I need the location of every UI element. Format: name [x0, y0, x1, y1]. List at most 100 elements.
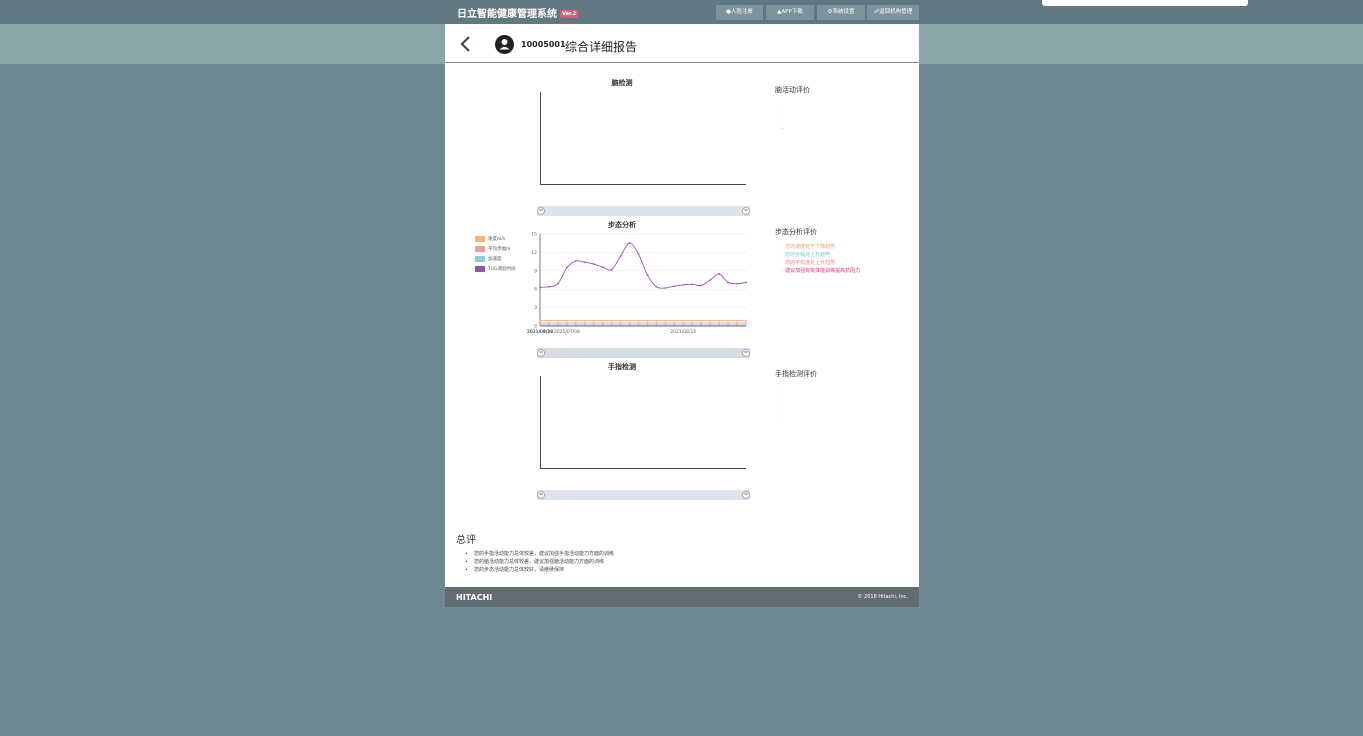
data-point [628, 322, 631, 324]
data-point [727, 322, 729, 324]
data-point [565, 266, 568, 269]
legend-item[interactable]: 速度m/s [475, 234, 516, 244]
data-point [655, 319, 658, 322]
data-point [664, 287, 667, 289]
data-point [646, 322, 649, 324]
data-point [610, 268, 613, 271]
data-point [700, 319, 703, 322]
data-point [601, 266, 604, 269]
legend-label: 加速度 [488, 257, 502, 262]
data-point [601, 323, 604, 326]
app-brand[interactable]: 日立智能健康管理系统 Ver.2 [457, 5, 579, 20]
gait-eval-item: · 建议加强有氧体能训练提高抗阻力 [782, 268, 861, 274]
data-point [664, 322, 667, 324]
brain-zoom-slider[interactable]: = = [537, 206, 750, 216]
summary-item: 您的脑活动能力总体较差，建议加强脑活动能力方面的训练 [465, 558, 614, 566]
summary-item: 您的步态活动能力总体较好，请继续保持 [465, 566, 614, 574]
brain-zoom-left-handle[interactable]: = [537, 207, 545, 215]
legend-item[interactable]: TUG测验时间 [475, 264, 516, 274]
data-point [539, 323, 541, 326]
data-point [557, 282, 559, 285]
data-point [610, 319, 613, 322]
y-tick-label: 3 [534, 305, 537, 311]
data-point [548, 323, 550, 326]
data-point [592, 319, 595, 322]
finger-eval-item: · [782, 394, 784, 400]
gait-zoom-right-handle[interactable]: = [742, 349, 750, 357]
data-point [610, 323, 613, 326]
summary-title: 总评 [456, 535, 476, 546]
brain-eval-item: · [782, 110, 784, 116]
report-panel: 10005001 综合详细报告 脑检测 = = 脑活动评价 · · · · 步态… [445, 24, 919, 587]
data-point [628, 319, 631, 322]
brain-chart-title: 脑检测 [611, 79, 633, 87]
gait-eval-item: · 您的速度处于下降趋势 [782, 244, 836, 250]
data-point [557, 322, 559, 324]
data-point [718, 322, 721, 324]
face-register-button[interactable]: ●人脸注册 [716, 5, 763, 20]
summary-list: 您的手指活动能力总体较差，建议加强手指活动能力方面的训练 您的脑活动能力总体较差… [465, 550, 614, 574]
y-tick-label: 15 [531, 232, 537, 238]
data-point [673, 322, 676, 324]
data-point [637, 253, 640, 256]
legend-item[interactable]: 加速度 [475, 254, 516, 264]
legend-label: TUG测验时间 [488, 267, 516, 272]
data-point [745, 322, 747, 324]
data-point [673, 323, 676, 326]
data-point [574, 319, 577, 322]
back-arrow-icon[interactable] [459, 36, 473, 52]
data-point [574, 260, 577, 262]
back-to-org-button[interactable]: ☍返回机构管理 [867, 5, 919, 20]
data-point [637, 319, 640, 322]
gait-eval-title: 步态分析评价 [775, 228, 817, 236]
system-settings-button[interactable]: ⚙系统设置 [817, 5, 865, 20]
data-point [709, 279, 712, 281]
data-point [655, 323, 658, 326]
data-point [655, 322, 658, 324]
data-point [592, 263, 595, 265]
avatar [495, 35, 514, 54]
data-point [646, 319, 649, 322]
gait-zoom-slider[interactable]: = = [537, 348, 750, 358]
page-title: 综合详细报告 [565, 40, 638, 54]
data-point [619, 319, 622, 322]
data-point [691, 319, 694, 322]
data-point [592, 323, 595, 326]
data-point [557, 319, 559, 322]
legend-item[interactable]: 平均步幅m [475, 244, 516, 254]
brain-eval-list: · · · · [782, 101, 784, 133]
system-settings-label: 系统设置 [832, 9, 855, 15]
data-point [682, 284, 685, 286]
user-avatar-icon [499, 39, 510, 50]
finger-zoom-slider[interactable]: = = [537, 490, 750, 500]
data-point [736, 319, 738, 322]
data-point [664, 319, 667, 322]
data-point [628, 323, 631, 326]
data-point [583, 322, 586, 324]
data-point [583, 261, 586, 264]
data-point [539, 286, 541, 289]
data-point [574, 322, 577, 324]
gait-zoom-left-handle[interactable]: = [537, 349, 545, 357]
brain-eval-item: · [782, 118, 784, 124]
finger-eval-item: · [782, 418, 784, 424]
back-to-org-label: 返回机构管理 [879, 9, 913, 15]
data-point [727, 323, 729, 326]
data-point [727, 319, 729, 322]
app-download-button[interactable]: ▲APP下载 [766, 5, 814, 20]
data-point [664, 323, 667, 326]
finger-zoom-right-handle[interactable]: = [742, 491, 750, 499]
finger-zoom-left-handle[interactable]: = [537, 491, 545, 499]
gait-eval-item: · 您的平稳度处上升趋势 [782, 260, 836, 266]
gait-legend: 速度m/s 平均步幅m 加速度 TUG测验时间 [475, 234, 516, 274]
finger-eval-item: · [782, 410, 784, 416]
data-point [682, 323, 685, 326]
data-point [745, 281, 747, 284]
x-tick-label: 2021/08/30 [527, 329, 553, 335]
brain-zoom-right-handle[interactable]: = [742, 207, 750, 215]
finger-eval-item: · [782, 402, 784, 408]
app-download-label: APP下载 [781, 9, 803, 15]
series-line [539, 242, 747, 289]
data-point [565, 319, 568, 322]
legend-swatch [475, 246, 485, 252]
